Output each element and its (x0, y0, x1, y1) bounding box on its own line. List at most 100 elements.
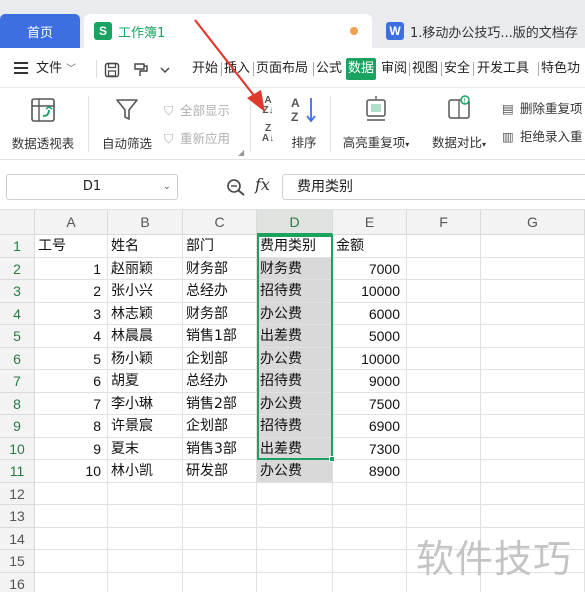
cell-a5[interactable]: 4 (35, 325, 108, 348)
menu-view[interactable]: 视图 (412, 58, 438, 80)
cell-d7[interactable]: 招待费 (257, 370, 333, 393)
cell-a15[interactable] (35, 550, 108, 573)
cell-g12[interactable] (481, 482, 585, 505)
cell-d11[interactable]: 办公费 (257, 460, 333, 483)
cell-d16[interactable] (257, 572, 333, 592)
menu-developer[interactable]: 开发工具 (477, 58, 529, 80)
cell-f11[interactable] (407, 460, 481, 483)
cell-e3[interactable]: 10000 (333, 280, 407, 303)
cell-c10[interactable]: 销售3部 (183, 437, 257, 460)
cell-c12[interactable] (183, 482, 257, 505)
cell-a14[interactable] (35, 527, 108, 550)
menu-security[interactable]: 安全 (444, 58, 470, 80)
cell-a2[interactable]: 1 (35, 257, 108, 280)
cell-g2[interactable] (481, 257, 585, 280)
cell-b4[interactable]: 林志颖 (108, 302, 183, 325)
cell-e8[interactable]: 7500 (333, 392, 407, 415)
cell-b9[interactable]: 许景宸 (108, 415, 183, 438)
cell-e6[interactable]: 10000 (333, 347, 407, 370)
cell-c8[interactable]: 销售2部 (183, 392, 257, 415)
row-header-8[interactable]: 8 (0, 392, 35, 415)
cell-c13[interactable] (183, 505, 257, 528)
cell-a3[interactable]: 2 (35, 280, 108, 303)
cell-b16[interactable] (108, 572, 183, 592)
cell-e14[interactable] (333, 527, 407, 550)
cell-d13[interactable] (257, 505, 333, 528)
cell-c4[interactable]: 财务部 (183, 302, 257, 325)
cell-a1[interactable]: 工号 (35, 235, 108, 258)
cell-g5[interactable] (481, 325, 585, 348)
cell-a7[interactable]: 6 (35, 370, 108, 393)
cell-a16[interactable] (35, 572, 108, 592)
cell-g4[interactable] (481, 302, 585, 325)
cell-g1[interactable] (481, 235, 585, 258)
cell-e2[interactable]: 7000 (333, 257, 407, 280)
formula-input[interactable]: 费用类别 (282, 174, 585, 200)
sort-descending-button[interactable]: Z A↓ (258, 124, 278, 144)
menu-formulas[interactable]: 公式 (316, 58, 342, 80)
cell-d5[interactable]: 出差费 (257, 325, 333, 348)
column-header-f[interactable]: F (407, 210, 481, 235)
cell-f3[interactable] (407, 280, 481, 303)
menu-features[interactable]: 特色功 (541, 58, 580, 80)
cell-f13[interactable] (407, 505, 481, 528)
cell-f7[interactable] (407, 370, 481, 393)
cell-e15[interactable] (333, 550, 407, 573)
insert-function-fx-icon[interactable]: fx (255, 175, 270, 194)
cell-d8[interactable]: 办公费 (257, 392, 333, 415)
menu-review[interactable]: 审阅 (381, 58, 407, 80)
cell-c16[interactable] (183, 572, 257, 592)
cell-b15[interactable] (108, 550, 183, 573)
cell-a11[interactable]: 10 (35, 460, 108, 483)
cell-d1[interactable]: 费用类别 (257, 235, 333, 258)
cell-f1[interactable] (407, 235, 481, 258)
cell-b8[interactable]: 李小琳 (108, 392, 183, 415)
tab-document[interactable]: W 1.移动办公技巧...版的文档存 (378, 14, 585, 48)
highlight-duplicates-button[interactable]: 高亮重复项▾ (336, 94, 416, 151)
cell-g9[interactable] (481, 415, 585, 438)
cell-f10[interactable] (407, 437, 481, 460)
cell-d14[interactable] (257, 527, 333, 550)
row-header-11[interactable]: 11 (0, 460, 35, 483)
cell-f2[interactable] (407, 257, 481, 280)
cell-d4[interactable]: 办公费 (257, 302, 333, 325)
column-header-a[interactable]: A (35, 210, 108, 235)
cell-g13[interactable] (481, 505, 585, 528)
filter-options-launcher-icon[interactable]: ◢ (238, 148, 244, 157)
row-header-9[interactable]: 9 (0, 415, 35, 438)
cell-c11[interactable]: 研发部 (183, 460, 257, 483)
cell-c6[interactable]: 企划部 (183, 347, 257, 370)
cell-f6[interactable] (407, 347, 481, 370)
row-header-16[interactable]: 16 (0, 572, 35, 592)
cell-b5[interactable]: 林晨晨 (108, 325, 183, 348)
cell-g7[interactable] (481, 370, 585, 393)
menu-data[interactable]: 数据 (346, 58, 377, 80)
cell-a9[interactable]: 8 (35, 415, 108, 438)
cell-c5[interactable]: 销售1部 (183, 325, 257, 348)
cell-e12[interactable] (333, 482, 407, 505)
cell-d15[interactable] (257, 550, 333, 573)
cell-f4[interactable] (407, 302, 481, 325)
cell-b10[interactable]: 夏末 (108, 437, 183, 460)
cell-c1[interactable]: 部门 (183, 235, 257, 258)
cell-g3[interactable] (481, 280, 585, 303)
cell-d2[interactable]: 财务费 (257, 257, 333, 280)
cell-g11[interactable] (481, 460, 585, 483)
cell-d6[interactable]: 办公费 (257, 347, 333, 370)
cell-f5[interactable] (407, 325, 481, 348)
format-painter-icon[interactable] (132, 62, 150, 78)
cell-d10[interactable]: 出差费 (257, 437, 333, 460)
row-header-7[interactable]: 7 (0, 370, 35, 393)
name-box[interactable]: D1 ⌄ (6, 174, 178, 200)
cell-f12[interactable] (407, 482, 481, 505)
row-header-14[interactable]: 14 (0, 527, 35, 550)
cell-c7[interactable]: 总经办 (183, 370, 257, 393)
cell-e13[interactable] (333, 505, 407, 528)
cell-a12[interactable] (35, 482, 108, 505)
cell-f9[interactable] (407, 415, 481, 438)
cell-f8[interactable] (407, 392, 481, 415)
row-header-2[interactable]: 2 (0, 257, 35, 280)
cell-a10[interactable]: 9 (35, 437, 108, 460)
save-icon[interactable] (104, 62, 120, 78)
cell-b3[interactable]: 张小兴 (108, 280, 183, 303)
